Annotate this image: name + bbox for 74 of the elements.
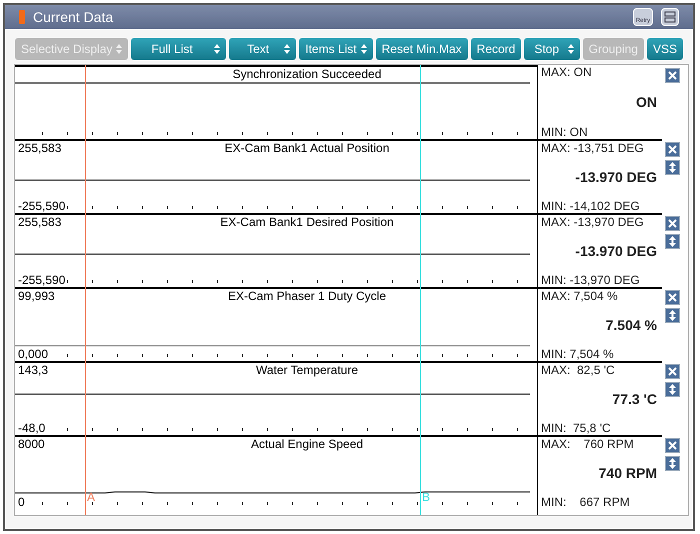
spinner-icon xyxy=(360,44,367,54)
min-reading: MIN: 667 RPM xyxy=(541,495,631,509)
max-reading: MAX: -13,751 DEG xyxy=(541,141,645,155)
axis-max-label: 255,583 xyxy=(18,215,62,229)
toolbar-button[interactable]: VSS xyxy=(646,38,683,60)
toolbar-button[interactable]: Items List xyxy=(299,38,373,60)
item-title: Actual Engine Speed xyxy=(250,437,364,451)
item-title: EX-Cam Phaser 1 Duty Cycle xyxy=(226,289,388,303)
app-icon xyxy=(19,10,25,24)
up-down-arrow-icon xyxy=(669,162,676,173)
toolbar-button[interactable]: Stop xyxy=(524,38,580,60)
max-reading: MAX: 760 RPM xyxy=(541,437,635,451)
close-button[interactable] xyxy=(665,142,680,157)
reorder-button[interactable] xyxy=(665,308,680,323)
current-value: ON xyxy=(635,94,658,110)
spinner-icon xyxy=(284,44,290,54)
min-reading: MIN: 75,8 'C xyxy=(541,421,612,435)
item-title: Water Temperature xyxy=(254,363,360,377)
close-icon xyxy=(668,293,677,302)
axis-max-label: 99,993 xyxy=(18,289,55,303)
axis-min-label: -255,590 xyxy=(18,199,66,213)
spinner-icon xyxy=(116,44,122,54)
axis-max-label: 8000 xyxy=(18,437,45,451)
item-title: EX-Cam Bank1 Desired Position xyxy=(219,215,395,229)
current-value: 7.504 % xyxy=(604,317,658,333)
reorder-button[interactable] xyxy=(665,234,680,249)
cursor-label: A xyxy=(87,491,96,503)
min-reading: MIN: -14,102 DEG xyxy=(541,199,641,213)
axis-min-label: 0 xyxy=(18,495,25,509)
up-down-arrow-icon xyxy=(669,236,676,247)
axis-min-label: -255,590 xyxy=(18,273,66,287)
toolbar-button[interactable]: Reset Min.Max xyxy=(376,38,468,60)
close-icon xyxy=(668,441,677,450)
close-button[interactable] xyxy=(665,290,680,305)
cursor-label: B xyxy=(422,491,430,503)
close-icon xyxy=(668,71,677,80)
close-button[interactable] xyxy=(665,68,680,83)
close-icon xyxy=(668,367,677,376)
toolbar-button[interactable]: Record xyxy=(470,38,522,60)
current-value: 740 RPM xyxy=(598,465,658,481)
axis-max-label: 143,3 xyxy=(18,363,48,377)
toolbar-button[interactable]: Text xyxy=(229,38,296,60)
max-reading: MAX: 7,504 % xyxy=(541,289,619,303)
axis-max-label: 255,583 xyxy=(18,141,62,155)
toolbar-button[interactable]: Full List xyxy=(131,38,226,60)
reorder-button[interactable] xyxy=(665,160,680,175)
close-button[interactable] xyxy=(665,364,680,379)
layout-button[interactable] xyxy=(661,8,679,26)
spinner-icon xyxy=(214,44,220,54)
max-reading: MAX: ON xyxy=(541,65,593,79)
reorder-button[interactable] xyxy=(665,456,680,471)
min-reading: MIN: ON xyxy=(541,125,589,139)
min-reading: MIN: 7,504 % xyxy=(541,347,615,361)
item-title: Synchronization Succeeded xyxy=(232,67,382,81)
max-reading: MAX: 82,5 'C xyxy=(541,363,616,377)
layout-icon xyxy=(664,11,676,23)
close-icon xyxy=(668,219,677,228)
window-title: Current Data xyxy=(33,8,114,26)
close-icon xyxy=(668,145,677,154)
axis-min-label: 0,000 xyxy=(18,347,48,361)
reorder-button[interactable] xyxy=(665,382,680,397)
item-title: EX-Cam Bank1 Actual Position xyxy=(224,141,390,155)
axis-min-label: -48,0 xyxy=(18,421,46,435)
close-button[interactable] xyxy=(665,438,680,453)
current-value: 77.3 'C xyxy=(611,391,658,407)
up-down-arrow-icon xyxy=(669,310,676,321)
up-down-arrow-icon xyxy=(669,458,676,469)
current-value: -13.970 DEG xyxy=(574,169,658,185)
min-reading: MIN: -13,970 DEG xyxy=(541,273,641,287)
close-button[interactable] xyxy=(665,216,680,231)
up-down-arrow-icon xyxy=(669,384,676,395)
max-reading: MAX: -13,970 DEG xyxy=(541,215,645,229)
spinner-icon xyxy=(568,44,574,54)
current-value: -13.970 DEG xyxy=(574,243,658,259)
